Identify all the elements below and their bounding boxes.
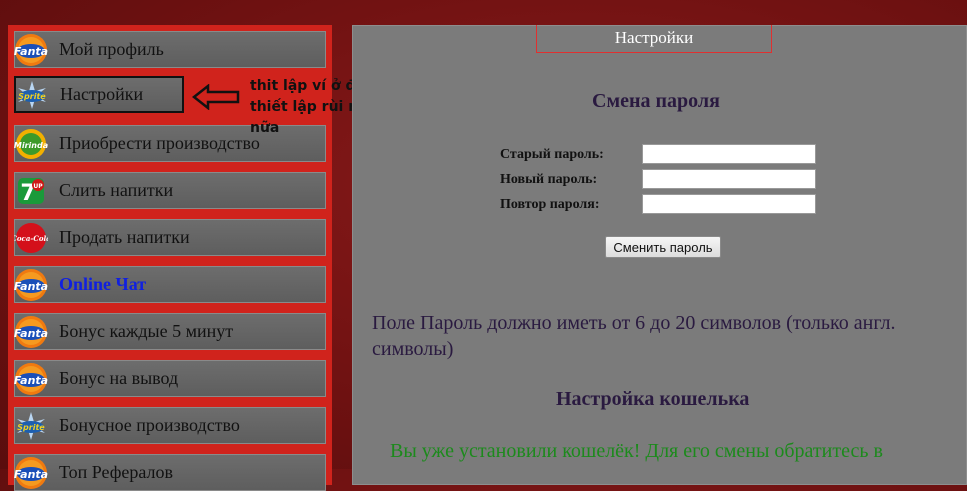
old-password-input[interactable] <box>642 144 816 164</box>
sidebar-item-profile[interactable]: Fanta Мой профиль <box>14 31 326 68</box>
sidebar-item-label: Топ Рефералов <box>59 462 174 482</box>
sidebar-item-label: Настройки <box>60 84 144 104</box>
svg-text:Fanta: Fanta <box>14 45 48 58</box>
password-requirements-note: Поле Пароль должно иметь от 6 до 20 симв… <box>372 312 896 360</box>
sidebar-item-label: Бонус каждые 5 минут <box>59 321 234 341</box>
sidebar-item-label: Продать напитки <box>59 227 190 247</box>
new-password-input[interactable] <box>642 169 816 189</box>
left-arrow-icon <box>192 84 240 110</box>
sidebar-item-settings[interactable]: Sprite Настройки <box>14 76 184 113</box>
repeat-password-label: Повтор пароля: <box>500 197 600 212</box>
sidebar-item-bonus-withdraw[interactable]: Fanta Бонус на вывод <box>14 360 326 397</box>
sidebar-item-label: Приобрести производство <box>59 133 260 153</box>
svg-text:Fanta: Fanta <box>14 280 48 293</box>
sidebar-item-label: Слить напитки <box>59 180 174 200</box>
sidebar-item-bonus-5min[interactable]: Fanta Бонус каждые 5 минут <box>14 313 326 350</box>
7up-logo-icon: 7 UP <box>14 174 48 208</box>
svg-text:Sprite: Sprite <box>18 92 46 101</box>
page-title: Настройки <box>536 25 772 53</box>
sidebar-item-label: Online Чат <box>59 274 147 294</box>
wallet-section-heading: Настройка кошелька <box>556 388 750 410</box>
fanta-logo-icon: Fanta <box>14 362 48 396</box>
change-password-button[interactable]: Сменить пароль <box>605 236 721 258</box>
fanta-logo-icon: Fanta <box>14 315 48 349</box>
new-password-label: Новый пароль: <box>500 172 598 187</box>
svg-text:Mirinda: Mirinda <box>14 141 48 150</box>
sidebar-item-label: Мой профиль <box>59 39 164 59</box>
password-section-heading: Смена пароля <box>592 90 720 112</box>
sidebar-item-sell-drinks[interactable]: Coca-Cola Продать напитки <box>14 219 326 256</box>
fanta-logo-icon: Fanta <box>14 456 48 490</box>
sidebar-item-pour-drinks[interactable]: 7 UP Слить напитки <box>14 172 326 209</box>
sidebar-item-top-referrals[interactable]: Fanta Топ Рефералов <box>14 454 326 491</box>
mirinda-logo-icon: Mirinda <box>14 127 48 161</box>
svg-text:Sprite: Sprite <box>17 423 45 432</box>
svg-text:Fanta: Fanta <box>14 327 48 340</box>
sprite-logo-icon: Sprite <box>14 409 48 443</box>
old-password-label: Старый пароль: <box>500 147 604 162</box>
svg-text:UP: UP <box>33 183 43 190</box>
svg-text:Fanta: Fanta <box>14 374 48 387</box>
fanta-logo-icon: Fanta <box>14 33 48 67</box>
sprite-logo-icon: Sprite <box>15 78 49 112</box>
repeat-password-input[interactable] <box>642 194 816 214</box>
coca-cola-logo-icon: Coca-Cola <box>14 221 48 255</box>
fanta-logo-icon: Fanta <box>14 268 48 302</box>
sidebar-item-bonus-production[interactable]: Sprite Бонусное производство <box>14 407 326 444</box>
svg-text:Coca-Cola: Coca-Cola <box>14 234 48 243</box>
svg-text:Fanta: Fanta <box>14 468 48 481</box>
wallet-status-message: Вы уже установили кошелёк! Для его смены… <box>390 440 883 462</box>
sidebar-item-label: Бонусное производство <box>59 415 240 435</box>
sidebar-item-online-chat[interactable]: Fanta Online Чат <box>14 266 326 303</box>
sidebar-item-label: Бонус на вывод <box>59 368 179 388</box>
